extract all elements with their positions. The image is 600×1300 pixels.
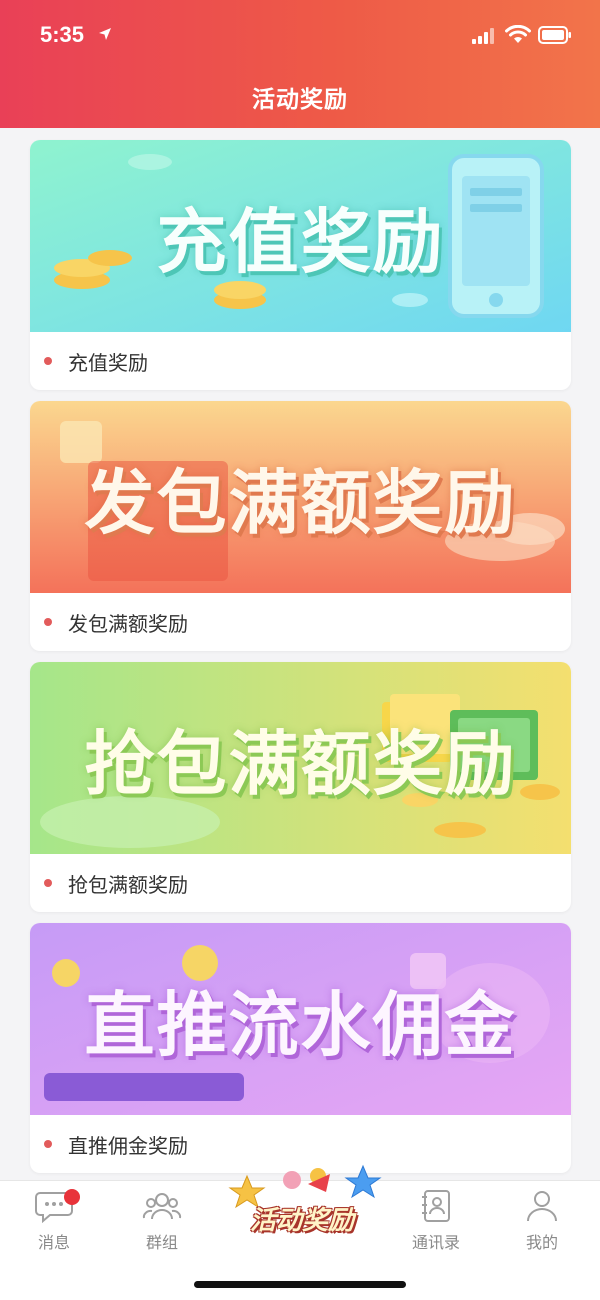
tab-label-contacts: 通讯录: [411, 1233, 460, 1252]
grab-packet-banner: 抢包满额奖励: [30, 662, 571, 854]
bullet-dot: [44, 357, 52, 365]
contacts-icon: [422, 1190, 450, 1222]
cellular-signal-icon: [472, 28, 494, 44]
send-packet-caption-text: 发包满额奖励: [68, 611, 188, 636]
unread-badge: [64, 1189, 80, 1205]
status-bar: 5:35: [0, 0, 600, 70]
reward-card-grab-packet[interactable]: 抢包满额奖励 抢包满额奖励: [30, 662, 571, 912]
tab-label-activity-rewards: 活动奖励: [249, 1206, 354, 1236]
referral-commission-caption-text: 直推佣金奖励: [68, 1133, 188, 1158]
recharge-banner: 充值奖励: [30, 140, 571, 332]
battery-icon: [538, 26, 571, 44]
referral-commission-banner-title: 直推流水佣金: [84, 983, 517, 1066]
recharge-caption: 充值奖励: [30, 332, 571, 390]
tab-messages[interactable]: 消息: [14, 1189, 94, 1259]
tab-label-profile: 我的: [525, 1233, 558, 1252]
send-packet-banner-title: 发包满额奖励: [84, 461, 517, 544]
bullet-dot: [44, 618, 52, 626]
bullet-dot: [44, 1140, 52, 1148]
bullet-dot: [44, 879, 52, 887]
profile-icon: [527, 1191, 557, 1222]
grab-packet-banner-title: 抢包满额奖励: [84, 722, 517, 805]
header-bar: 5:35 活动奖励: [0, 0, 600, 128]
tab-profile[interactable]: 我的: [502, 1189, 582, 1259]
location-arrow-icon: [99, 28, 111, 40]
home-indicator: [194, 1281, 406, 1288]
recharge-banner-title: 充值奖励: [156, 200, 445, 283]
grab-packet-caption: 抢包满额奖励: [30, 854, 571, 912]
status-time: 5:35: [40, 22, 85, 47]
wifi-icon: [505, 25, 531, 43]
group-icon: [142, 1193, 182, 1220]
grab-packet-caption-text: 抢包满额奖励: [68, 872, 188, 897]
reward-card-send-packet[interactable]: 发包满额奖励 发包满额奖励: [30, 401, 571, 651]
tab-groups[interactable]: 群组: [122, 1189, 202, 1259]
referral-commission-banner: 直推流水佣金: [30, 923, 571, 1115]
tab-contacts[interactable]: 通讯录: [396, 1189, 476, 1259]
recharge-caption-text: 充值奖励: [68, 350, 148, 375]
tab-label-groups: 群组: [145, 1233, 178, 1252]
reward-card-referral-commission[interactable]: 直推流水佣金 直推佣金奖励: [30, 923, 571, 1173]
reward-card-recharge[interactable]: 充值奖励 充值奖励: [30, 140, 571, 390]
tab-activity-rewards[interactable]: 活动奖励: [222, 1160, 382, 1250]
page-title: 活动奖励: [252, 87, 348, 113]
send-packet-caption: 发包满额奖励: [30, 593, 571, 651]
tab-label-messages: 消息: [37, 1233, 70, 1252]
send-packet-banner: 发包满额奖励: [30, 401, 571, 593]
